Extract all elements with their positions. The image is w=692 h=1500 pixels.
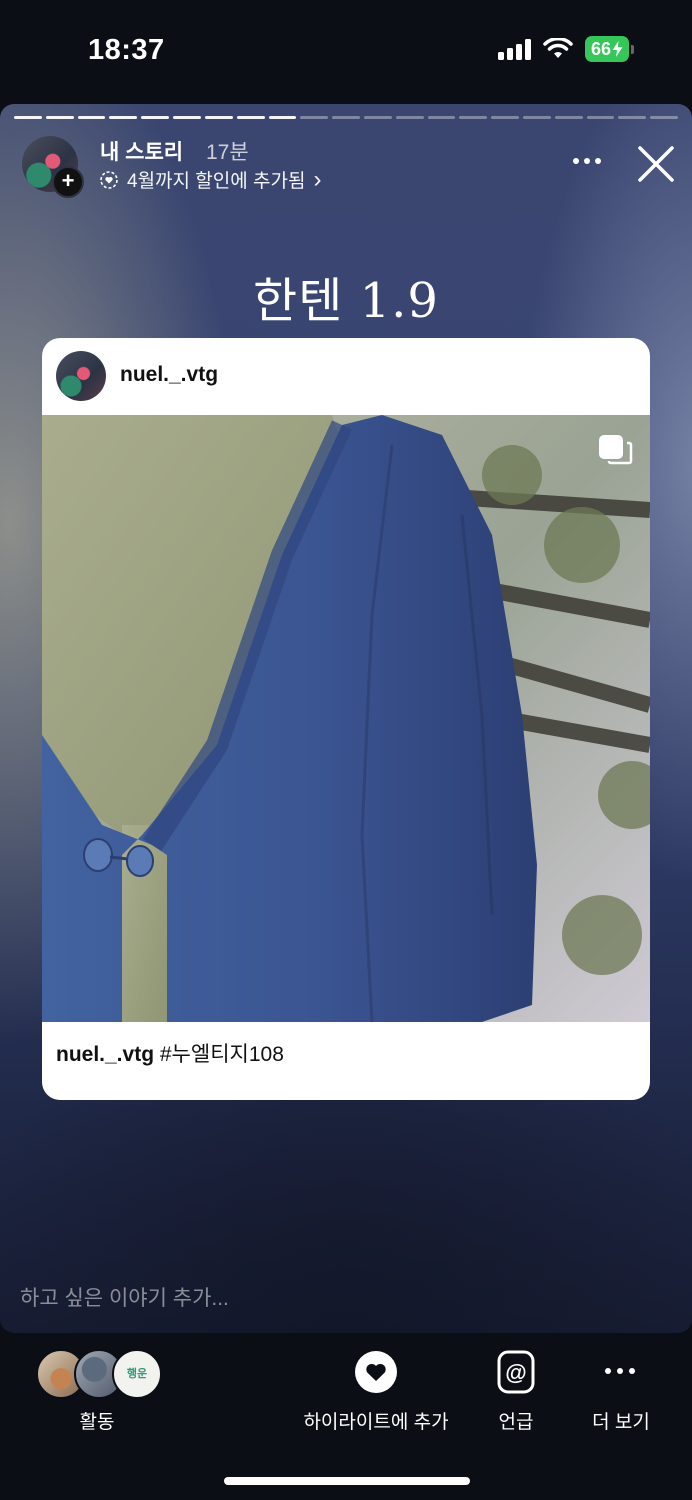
progress-segment xyxy=(586,116,615,119)
story-avatar-area[interactable]: + xyxy=(22,136,84,198)
caption-username[interactable]: nuel._.vtg xyxy=(56,1043,154,1066)
caption-hashtag[interactable]: #누엘티지108 xyxy=(160,1043,284,1066)
status-bar: 18:37 66 xyxy=(0,0,692,104)
added-to-label: 4월까지 할인에 추가됨 xyxy=(127,171,306,192)
mention-label[interactable]: 언급 xyxy=(486,1407,546,1434)
chevron-right-icon: › xyxy=(313,165,322,193)
battery-indicator: 66 xyxy=(584,36,634,62)
add-story-plus-icon[interactable]: + xyxy=(52,166,84,198)
progress-segment xyxy=(109,116,138,119)
close-icon[interactable] xyxy=(636,144,676,184)
story-text-sticker[interactable]: 한텐 1.9 xyxy=(0,261,692,331)
post-header[interactable]: nuel._.vtg xyxy=(42,338,650,415)
progress-segment xyxy=(173,116,201,119)
home-indicator[interactable] xyxy=(224,1477,470,1485)
collection-icon xyxy=(100,170,118,189)
progress-segment xyxy=(650,116,679,119)
progress-segment xyxy=(427,116,456,119)
more-options-icon[interactable] xyxy=(602,1363,638,1379)
progress-segment xyxy=(14,116,42,119)
heart-circle-icon[interactable] xyxy=(354,1350,398,1394)
post-caption: nuel._.vtg #누엘티지108 xyxy=(56,1038,284,1068)
progress-segment xyxy=(141,116,170,119)
status-icons: 66 xyxy=(497,36,634,62)
status-time: 18:37 xyxy=(88,34,165,66)
progress-segment xyxy=(204,116,233,119)
progress-segment xyxy=(77,116,106,119)
progress-segment xyxy=(332,116,360,119)
charging-bolt-icon xyxy=(612,41,623,57)
progress-segment xyxy=(395,116,424,119)
more-label[interactable]: 더 보기 xyxy=(586,1407,656,1434)
story-time-ago: 17분 xyxy=(206,141,249,164)
progress-segment xyxy=(491,116,519,119)
progress-segment xyxy=(618,116,647,119)
svg-text:@: @ xyxy=(505,1360,526,1385)
progress-segment xyxy=(523,116,551,119)
post-avatar[interactable] xyxy=(56,351,106,401)
cellular-signal-icon xyxy=(497,38,531,60)
added-to-collection-link[interactable]: 4월까지 할인에 추가됨 › xyxy=(99,166,321,193)
story-progress-bar xyxy=(14,116,679,119)
add-text-input[interactable]: 하고 싶은 이야기 추가... xyxy=(20,1282,229,1312)
cardigan-photo xyxy=(42,415,650,1022)
activity-button[interactable]: 행운 xyxy=(36,1349,162,1399)
progress-segment xyxy=(268,116,297,119)
viewer-avatar: 행운 xyxy=(112,1349,162,1399)
wifi-icon xyxy=(543,38,573,58)
add-to-highlight-label[interactable]: 하이라이트에 추가 xyxy=(300,1407,452,1434)
story-owner-label[interactable]: 내 스토리 xyxy=(100,136,183,166)
progress-segment xyxy=(363,116,392,119)
story-bottom-bar: 행운 활동 하이라이트에 추가 @ 언급 더 보기 xyxy=(0,1333,692,1500)
progress-segment xyxy=(45,116,74,119)
shared-post-card[interactable]: nuel._.vtg nuel._.vtg #누엘티지108 xyxy=(42,338,650,1100)
progress-segment xyxy=(236,116,265,119)
progress-segment xyxy=(459,116,488,119)
progress-segment xyxy=(300,116,329,119)
progress-segment xyxy=(554,116,583,119)
more-horizontal-icon[interactable] xyxy=(570,146,606,176)
post-image[interactable] xyxy=(42,415,650,1022)
at-sign-icon[interactable]: @ xyxy=(497,1350,535,1394)
battery-level: 66 xyxy=(590,39,611,59)
story-viewer[interactable]: + 내 스토리 17분 4월까지 할인에 추가됨 › 한텐 1.9 nuel._… xyxy=(0,104,692,1333)
activity-label[interactable]: 활동 xyxy=(60,1407,134,1434)
post-username[interactable]: nuel._.vtg xyxy=(120,363,218,387)
